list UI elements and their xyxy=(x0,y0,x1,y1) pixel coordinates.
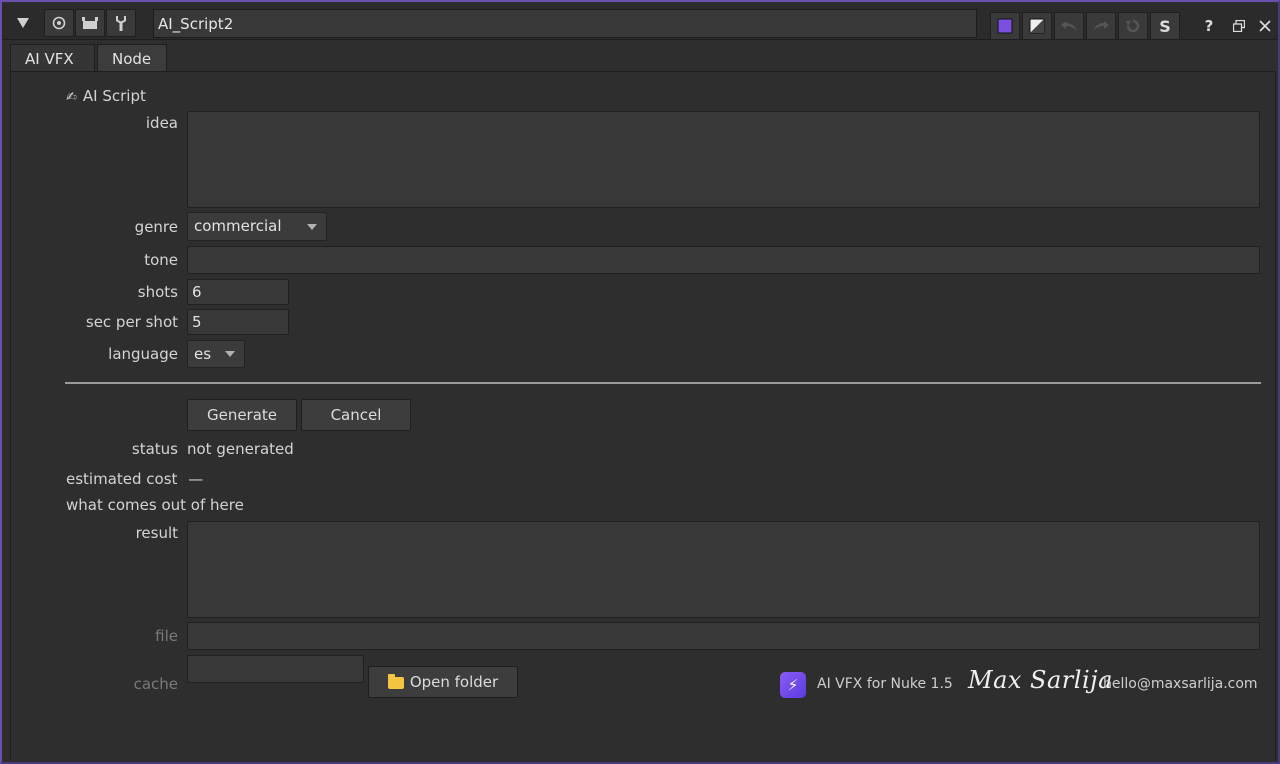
language-dropdown[interactable]: es xyxy=(187,340,245,368)
output-caption: what comes out of here xyxy=(66,496,244,514)
tab-ai-vfx[interactable]: AI VFX xyxy=(10,44,95,72)
shots-label: shots xyxy=(137,283,178,301)
section-divider xyxy=(65,382,1261,384)
cancel-button[interactable]: Cancel xyxy=(301,399,411,431)
folder-icon xyxy=(387,674,404,689)
language-value: es xyxy=(194,345,212,363)
idea-textarea[interactable] xyxy=(187,111,1260,208)
estimated-cost: estimated cost — xyxy=(66,470,203,488)
status-value: not generated xyxy=(187,440,294,458)
script-s-icon[interactable]: S xyxy=(1150,12,1180,40)
open-folder-label: Open folder xyxy=(409,673,499,691)
title-bar: AI_Script2 S ? xyxy=(2,4,1278,40)
result-label: result xyxy=(135,524,178,542)
author-signature: Max Sarlija xyxy=(968,666,1113,694)
genre-dropdown[interactable]: commercial xyxy=(187,212,327,241)
section-title: AI Script xyxy=(82,87,146,105)
file-input[interactable] xyxy=(187,622,1260,650)
pencil-hand-icon: ✍ xyxy=(66,90,77,105)
cache-label: cache xyxy=(133,675,178,693)
tone-label: tone xyxy=(144,251,178,269)
status-label: status xyxy=(131,440,178,458)
node-color-swatch[interactable] xyxy=(990,12,1020,40)
section-header[interactable]: ✍ AI Script xyxy=(66,87,146,105)
cost-label: estimated cost xyxy=(66,470,178,488)
collapse-arrow-icon[interactable] xyxy=(10,9,36,37)
contact-email[interactable]: hello@maxsarlija.com xyxy=(1103,676,1258,692)
open-folder-button[interactable]: Open folder xyxy=(368,666,518,698)
node-graph-icon[interactable] xyxy=(75,9,105,37)
chevron-down-icon xyxy=(225,351,235,357)
result-textarea[interactable] xyxy=(187,521,1260,618)
node-name-input[interactable]: AI_Script2 xyxy=(153,9,977,38)
revert-icon[interactable] xyxy=(1118,12,1148,40)
file-label: file xyxy=(155,627,178,645)
viewer-icon[interactable] xyxy=(44,9,74,37)
generate-button[interactable]: Generate xyxy=(187,399,297,431)
redo-icon[interactable] xyxy=(1086,12,1116,40)
language-label: language xyxy=(108,345,178,363)
cost-value: — xyxy=(188,470,204,488)
undo-icon[interactable] xyxy=(1054,12,1084,40)
wrench-icon[interactable] xyxy=(106,9,136,37)
genre-label: genre xyxy=(134,218,178,236)
sec-per-shot-input[interactable]: 5 xyxy=(187,309,289,335)
gl-color-icon[interactable] xyxy=(1022,12,1052,40)
genre-value: commercial xyxy=(194,217,282,235)
chevron-down-icon xyxy=(307,224,317,230)
sec-per-shot-label: sec per shot xyxy=(85,313,178,331)
tab-node[interactable]: Node xyxy=(97,44,167,72)
cache-input[interactable] xyxy=(187,655,364,683)
shots-input[interactable]: 6 xyxy=(187,279,289,305)
tone-input[interactable] xyxy=(187,246,1260,274)
close-icon[interactable] xyxy=(1250,12,1280,40)
idea-label: idea xyxy=(145,114,178,132)
help-icon[interactable]: ? xyxy=(1194,12,1224,40)
lightning-bolt-icon: ⚡ xyxy=(780,672,806,698)
product-version: AI VFX for Nuke 1.5 xyxy=(817,676,953,692)
